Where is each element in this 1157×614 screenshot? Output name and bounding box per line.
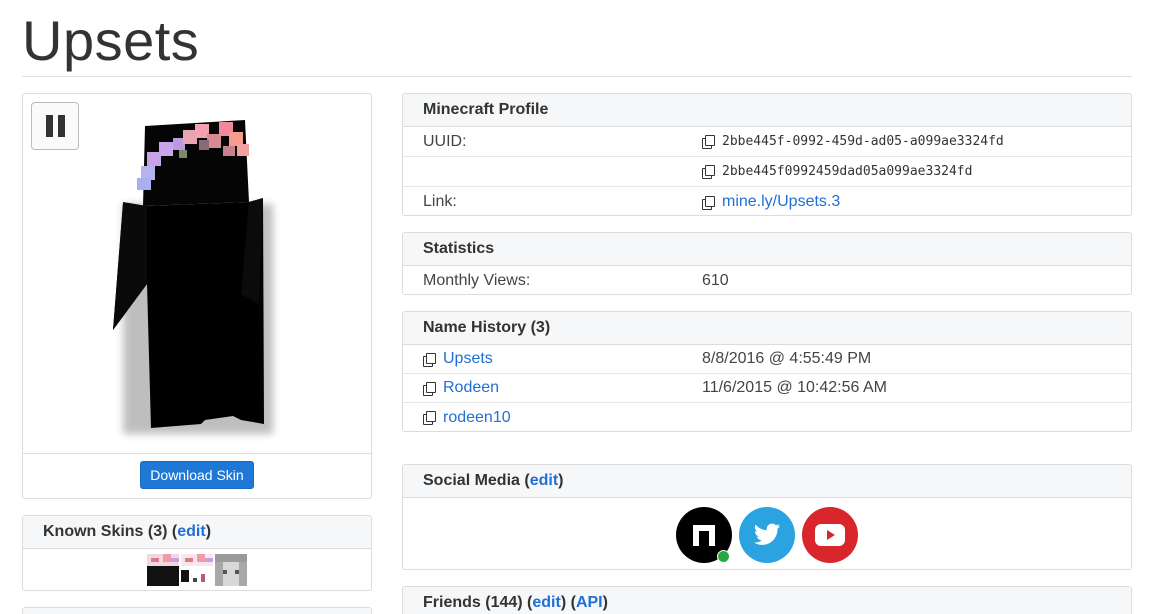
uuid-row: UUID: 2bbe445f-0992-459d-ad05-a099ae3324…	[403, 127, 1131, 157]
history-name[interactable]: Upsets	[443, 350, 493, 368]
friends-card: Friends (144) (edit) (API)	[402, 586, 1132, 614]
left-lower-card	[22, 607, 372, 614]
history-name[interactable]: rodeen10	[443, 409, 511, 427]
known-skins-header: Known Skins (3) (edit)	[23, 516, 371, 549]
statistics-card: Statistics Monthly Views: 610	[402, 232, 1132, 295]
copy-icon[interactable]	[423, 381, 436, 396]
skin-preview[interactable]	[23, 94, 371, 454]
twitter-icon[interactable]	[739, 506, 795, 563]
statistics-header: Statistics	[403, 233, 1131, 266]
verified-badge-icon	[717, 549, 730, 563]
copy-icon[interactable]	[702, 135, 715, 149]
friends-header: Friends (144) (edit) (API)	[403, 587, 1131, 614]
link-label: Link:	[423, 193, 457, 210]
link-row: Link: mine.ly/Upsets.3	[403, 187, 1131, 215]
social-edit-link[interactable]: edit	[530, 472, 558, 490]
known-skins-card: Known Skins (3) (edit)	[22, 515, 372, 591]
skin-thumbnail[interactable]	[181, 554, 213, 586]
known-skins-edit-link[interactable]: edit	[177, 523, 205, 541]
copy-icon[interactable]	[423, 411, 436, 425]
name-history-card: Name History (3) Upsets 8/8/2016 @ 4:55:…	[402, 311, 1132, 432]
namemc-icon[interactable]	[676, 506, 732, 563]
minecraft-profile-card: Minecraft Profile UUID: 2bbe445f-0992-45…	[402, 93, 1132, 216]
skin-viewer-card: Download Skin	[22, 93, 372, 499]
name-history-row: rodeen10	[403, 403, 1131, 431]
download-skin-button[interactable]: Download Skin	[140, 461, 254, 489]
copy-icon[interactable]	[423, 352, 436, 367]
social-media-header: Social Media (edit)	[403, 465, 1131, 498]
friends-edit-link[interactable]: edit	[532, 594, 560, 612]
uuid-short-value[interactable]: 2bbe445f0992459dad05a099ae3324fd	[722, 164, 972, 179]
social-media-title: Social Media	[423, 472, 520, 489]
friends-title: Friends (144)	[423, 594, 523, 611]
history-name[interactable]: Rodeen	[443, 379, 499, 397]
uuid-short-row: 2bbe445f0992459dad05a099ae3324fd	[403, 157, 1131, 187]
monthly-views-row: Monthly Views: 610	[403, 266, 1131, 294]
youtube-icon[interactable]	[802, 506, 858, 563]
skin-thumbnail[interactable]	[215, 554, 247, 586]
history-date: 11/6/2015 @ 10:42:56 AM	[702, 379, 887, 396]
profile-link[interactable]: mine.ly/Upsets.3	[722, 193, 840, 211]
name-history-row: Upsets 8/8/2016 @ 4:55:49 PM	[403, 345, 1131, 374]
known-skins-title: Known Skins (3)	[43, 523, 168, 540]
name-history-row: Rodeen 11/6/2015 @ 10:42:56 AM	[403, 374, 1131, 403]
uuid-label: UUID:	[423, 132, 467, 150]
skin-model[interactable]	[23, 94, 372, 454]
uuid-value[interactable]: 2bbe445f-0992-459d-ad05-a099ae3324fd	[722, 134, 1004, 149]
monthly-views-label: Monthly Views:	[423, 272, 531, 289]
name-history-header: Name History (3)	[403, 312, 1131, 345]
social-media-card: Social Media (edit)	[402, 464, 1132, 570]
copy-icon[interactable]	[702, 195, 715, 210]
monthly-views-value: 610	[702, 272, 729, 289]
page-title: Upsets	[22, 9, 200, 72]
known-skins-list	[23, 549, 371, 590]
copy-icon[interactable]	[702, 165, 715, 179]
profile-header: Minecraft Profile	[403, 94, 1131, 127]
friends-api-link[interactable]: API	[576, 594, 603, 612]
title-divider	[22, 76, 1132, 77]
history-date: 8/8/2016 @ 4:55:49 PM	[702, 350, 872, 367]
skin-thumbnail[interactable]	[147, 554, 179, 586]
